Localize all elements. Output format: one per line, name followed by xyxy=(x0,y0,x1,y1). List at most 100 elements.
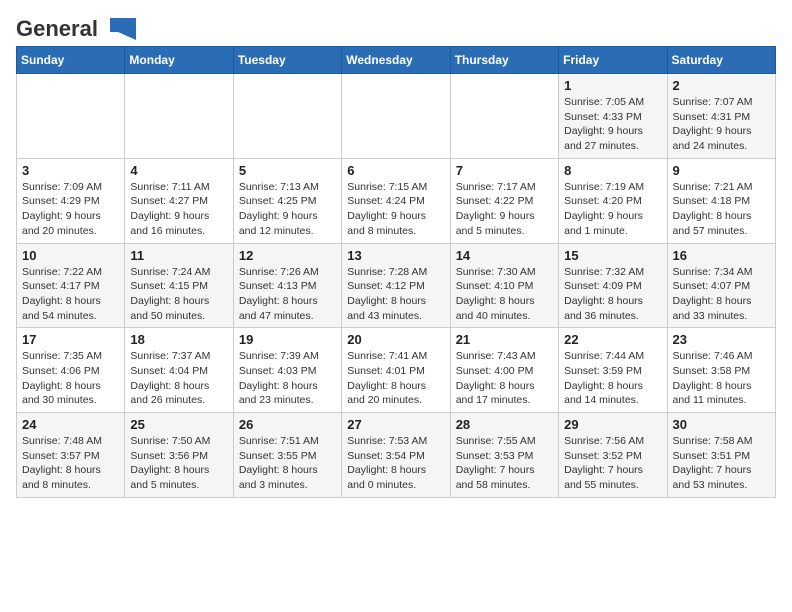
day-info: Sunrise: 7:41 AM Sunset: 4:01 PM Dayligh… xyxy=(347,349,444,408)
day-info: Sunrise: 7:46 AM Sunset: 3:58 PM Dayligh… xyxy=(673,349,770,408)
day-number: 26 xyxy=(239,417,336,432)
calendar-cell: 28Sunrise: 7:55 AM Sunset: 3:53 PM Dayli… xyxy=(450,413,558,498)
calendar-cell: 10 Sunrise: 7:22 AM Sunset: 4:17 PM Dayli… xyxy=(17,243,125,328)
day-info: Sunrise: 7:58 AM Sunset: 3:51 PM Dayligh… xyxy=(673,434,770,493)
day-number: 20 xyxy=(347,332,444,347)
day-info: Sunrise: 7:44 AM Sunset: 3:59 PM Dayligh… xyxy=(564,349,661,408)
calendar-cell: 4 Sunrise: 7:11 AM Sunset: 4:27 PM Daylig… xyxy=(125,158,233,243)
calendar-cell: 12 Sunrise: 7:26 AM Sunset: 4:13 PM Dayli… xyxy=(233,243,341,328)
calendar-cell: 15Sunrise: 7:32 AM Sunset: 4:09 PM Dayli… xyxy=(559,243,667,328)
calendar-cell: 30 Sunrise: 7:58 AM Sunset: 3:51 PM Dayli… xyxy=(667,413,775,498)
calendar-cell xyxy=(342,74,450,159)
day-info: Sunrise: 7:22 AM Sunset: 4:17 PM Dayligh… xyxy=(22,265,119,324)
day-number: 25 xyxy=(130,417,227,432)
calendar-cell: 20 Sunrise: 7:41 AM Sunset: 4:01 PM Dayli… xyxy=(342,328,450,413)
day-info: Sunrise: 7:39 AM Sunset: 4:03 PM Dayligh… xyxy=(239,349,336,408)
day-number: 4 xyxy=(130,163,227,178)
calendar-cell: 11Sunrise: 7:24 AM Sunset: 4:15 PM Dayli… xyxy=(125,243,233,328)
calendar-week-row: 3 Sunrise: 7:09 AM Sunset: 4:29 PM Daylig… xyxy=(17,158,776,243)
day-info: Sunrise: 7:13 AM Sunset: 4:25 PM Dayligh… xyxy=(239,180,336,239)
calendar-cell: 29 Sunrise: 7:56 AM Sunset: 3:52 PM Dayli… xyxy=(559,413,667,498)
calendar-day-header: Saturday xyxy=(667,47,775,74)
day-number: 8 xyxy=(564,163,661,178)
day-number: 19 xyxy=(239,332,336,347)
calendar-cell: 1 Sunrise: 7:05 AM Sunset: 4:33 PM Daylig… xyxy=(559,74,667,159)
calendar-day-header: Thursday xyxy=(450,47,558,74)
calendar-cell xyxy=(17,74,125,159)
calendar-cell: 18 Sunrise: 7:37 AM Sunset: 4:04 PM Dayli… xyxy=(125,328,233,413)
calendar-cell: 9 Sunrise: 7:21 AM Sunset: 4:18 PM Daylig… xyxy=(667,158,775,243)
calendar-cell xyxy=(233,74,341,159)
calendar-cell: 21Sunrise: 7:43 AM Sunset: 4:00 PM Dayli… xyxy=(450,328,558,413)
day-number: 22 xyxy=(564,332,661,347)
day-number: 13 xyxy=(347,248,444,263)
day-number: 7 xyxy=(456,163,553,178)
day-info: Sunrise: 7:37 AM Sunset: 4:04 PM Dayligh… xyxy=(130,349,227,408)
calendar-week-row: 10 Sunrise: 7:22 AM Sunset: 4:17 PM Dayli… xyxy=(17,243,776,328)
day-number: 10 xyxy=(22,248,119,263)
day-info: Sunrise: 7:26 AM Sunset: 4:13 PM Dayligh… xyxy=(239,265,336,324)
calendar-cell: 16 Sunrise: 7:34 AM Sunset: 4:07 PM Dayli… xyxy=(667,243,775,328)
calendar-day-header: Tuesday xyxy=(233,47,341,74)
day-number: 28 xyxy=(456,417,553,432)
day-info: Sunrise: 7:35 AM Sunset: 4:06 PM Dayligh… xyxy=(22,349,119,408)
day-number: 14 xyxy=(456,248,553,263)
day-info: Sunrise: 7:43 AM Sunset: 4:00 PM Dayligh… xyxy=(456,349,553,408)
day-info: Sunrise: 7:30 AM Sunset: 4:10 PM Dayligh… xyxy=(456,265,553,324)
day-info: Sunrise: 7:05 AM Sunset: 4:33 PM Dayligh… xyxy=(564,95,661,154)
day-info: Sunrise: 7:19 AM Sunset: 4:20 PM Dayligh… xyxy=(564,180,661,239)
day-number: 2 xyxy=(673,78,770,93)
day-info: Sunrise: 7:50 AM Sunset: 3:56 PM Dayligh… xyxy=(130,434,227,493)
day-number: 11 xyxy=(130,248,227,263)
calendar-day-header: Sunday xyxy=(17,47,125,74)
calendar-week-row: 17 Sunrise: 7:35 AM Sunset: 4:06 PM Dayli… xyxy=(17,328,776,413)
day-info: Sunrise: 7:53 AM Sunset: 3:54 PM Dayligh… xyxy=(347,434,444,493)
calendar-cell: 23 Sunrise: 7:46 AM Sunset: 3:58 PM Dayli… xyxy=(667,328,775,413)
day-info: Sunrise: 7:51 AM Sunset: 3:55 PM Dayligh… xyxy=(239,434,336,493)
day-info: Sunrise: 7:56 AM Sunset: 3:52 PM Dayligh… xyxy=(564,434,661,493)
day-info: Sunrise: 7:21 AM Sunset: 4:18 PM Dayligh… xyxy=(673,180,770,239)
day-info: Sunrise: 7:09 AM Sunset: 4:29 PM Dayligh… xyxy=(22,180,119,239)
calendar-day-header: Monday xyxy=(125,47,233,74)
calendar-cell: 27 Sunrise: 7:53 AM Sunset: 3:54 PM Dayli… xyxy=(342,413,450,498)
calendar-cell xyxy=(450,74,558,159)
day-number: 3 xyxy=(22,163,119,178)
day-number: 6 xyxy=(347,163,444,178)
logo-icon xyxy=(100,18,136,40)
day-number: 27 xyxy=(347,417,444,432)
day-number: 16 xyxy=(673,248,770,263)
day-info: Sunrise: 7:15 AM Sunset: 4:24 PM Dayligh… xyxy=(347,180,444,239)
day-info: Sunrise: 7:11 AM Sunset: 4:27 PM Dayligh… xyxy=(130,180,227,239)
calendar-cell: 25 Sunrise: 7:50 AM Sunset: 3:56 PM Dayli… xyxy=(125,413,233,498)
calendar-cell: 8 Sunrise: 7:19 AM Sunset: 4:20 PM Daylig… xyxy=(559,158,667,243)
day-number: 24 xyxy=(22,417,119,432)
page-header: General xyxy=(16,16,776,38)
day-number: 30 xyxy=(673,417,770,432)
day-info: Sunrise: 7:48 AM Sunset: 3:57 PM Dayligh… xyxy=(22,434,119,493)
day-info: Sunrise: 7:32 AM Sunset: 4:09 PM Dayligh… xyxy=(564,265,661,324)
day-number: 12 xyxy=(239,248,336,263)
calendar-cell: 7 Sunrise: 7:17 AM Sunset: 4:22 PM Daylig… xyxy=(450,158,558,243)
calendar-week-row: 24 Sunrise: 7:48 AM Sunset: 3:57 PM Dayli… xyxy=(17,413,776,498)
day-info: Sunrise: 7:17 AM Sunset: 4:22 PM Dayligh… xyxy=(456,180,553,239)
calendar-day-header: Wednesday xyxy=(342,47,450,74)
day-info: Sunrise: 7:07 AM Sunset: 4:31 PM Dayligh… xyxy=(673,95,770,154)
day-number: 29 xyxy=(564,417,661,432)
calendar-day-header: Friday xyxy=(559,47,667,74)
logo: General xyxy=(16,16,136,38)
calendar-cell: 13Sunrise: 7:28 AM Sunset: 4:12 PM Dayli… xyxy=(342,243,450,328)
day-number: 5 xyxy=(239,163,336,178)
calendar-cell: 22 Sunrise: 7:44 AM Sunset: 3:59 PM Dayli… xyxy=(559,328,667,413)
day-number: 23 xyxy=(673,332,770,347)
day-number: 18 xyxy=(130,332,227,347)
day-number: 17 xyxy=(22,332,119,347)
day-info: Sunrise: 7:34 AM Sunset: 4:07 PM Dayligh… xyxy=(673,265,770,324)
calendar-cell: 5 Sunrise: 7:13 AM Sunset: 4:25 PM Daylig… xyxy=(233,158,341,243)
calendar-cell xyxy=(125,74,233,159)
calendar-cell: 17 Sunrise: 7:35 AM Sunset: 4:06 PM Dayli… xyxy=(17,328,125,413)
calendar-cell: 3 Sunrise: 7:09 AM Sunset: 4:29 PM Daylig… xyxy=(17,158,125,243)
calendar-cell: 14 Sunrise: 7:30 AM Sunset: 4:10 PM Dayli… xyxy=(450,243,558,328)
day-number: 9 xyxy=(673,163,770,178)
calendar-week-row: 1 Sunrise: 7:05 AM Sunset: 4:33 PM Daylig… xyxy=(17,74,776,159)
day-number: 1 xyxy=(564,78,661,93)
